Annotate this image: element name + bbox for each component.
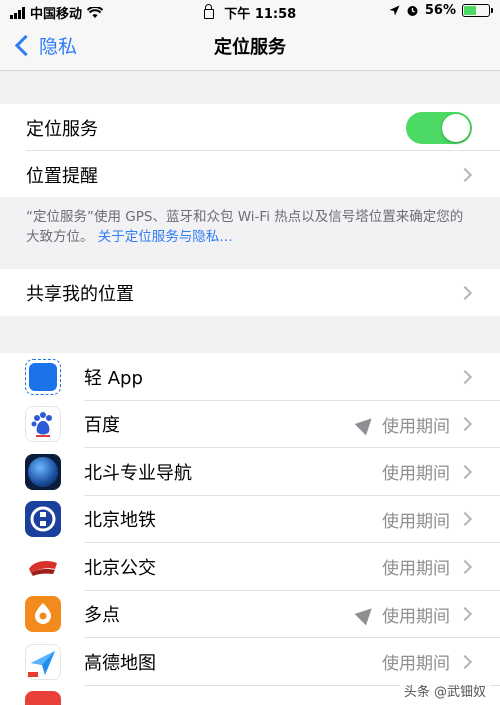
- light-app-icon: [25, 358, 61, 395]
- app-status: 使用期间: [354, 602, 450, 627]
- app-status: 使用期间: [382, 459, 450, 484]
- app-name: 百度: [84, 415, 120, 437]
- app-status: 使用期间: [382, 649, 450, 674]
- app-status: 使用期间: [382, 507, 450, 532]
- location-services-row: 定位服务: [0, 104, 500, 151]
- app-status-label: 使用期间: [382, 654, 450, 675]
- app-status: 使用期间: [382, 554, 450, 579]
- app-name: 高德地图: [84, 652, 156, 674]
- chevron-right-icon: [457, 369, 473, 384]
- app-row-beijing-subway[interactable]: 北京地铁 使用期间: [0, 496, 500, 544]
- status-bar: 中国移动 下午 11:58 56%: [0, 0, 500, 22]
- footnote-text: “定位服务”使用 GPS、蓝牙和众包 Wi-Fi 热点以及信号塔位置来确定您的大…: [26, 209, 464, 245]
- app-name: 北京公交: [84, 557, 156, 579]
- chevron-right-icon: [457, 559, 473, 574]
- app-row-light-app[interactable]: 轻 App: [0, 353, 500, 401]
- location-used-icon: [354, 412, 378, 436]
- page-title: 定位服务: [214, 37, 286, 58]
- apps-list: 轻 App 百度 使用期间 北斗专业导航 使用期间 北京地铁 使用期间 北京公交…: [0, 353, 500, 705]
- app-row-duodian[interactable]: 多点 使用期间: [0, 591, 500, 639]
- app-status-label: 使用期间: [382, 559, 450, 580]
- privacy-link[interactable]: 关于定位服务与隐私…: [98, 229, 233, 245]
- chevron-right-icon: [457, 512, 473, 527]
- app-row-beijing-bus[interactable]: 北京公交 使用期间: [0, 543, 500, 591]
- navigation-bar: 隐私 定位服务: [0, 22, 500, 71]
- baidu-icon: [25, 406, 61, 443]
- app-name: 北京地铁: [84, 510, 156, 532]
- watermark: 头条 @武钿奴: [399, 680, 490, 701]
- share-location-section: 共享我的位置: [0, 269, 500, 316]
- beijing-bus-icon: [25, 548, 61, 585]
- location-footnote: “定位服务”使用 GPS、蓝牙和众包 Wi-Fi 热点以及信号塔位置来确定您的大…: [0, 197, 500, 269]
- app-row-amap[interactable]: 高德地图 使用期间: [0, 638, 500, 686]
- chevron-right-icon: [457, 417, 473, 432]
- chevron-right-icon: [457, 607, 473, 622]
- app-row-beidou[interactable]: 北斗专业导航 使用期间: [0, 448, 500, 496]
- app-name: 多点: [84, 605, 120, 627]
- app-status-label: 使用期间: [382, 464, 450, 485]
- location-services-toggle[interactable]: [406, 112, 472, 144]
- battery-percent: 56%: [424, 3, 456, 18]
- app-status-label: 使用期间: [382, 606, 450, 627]
- app-name: 北斗专业导航: [84, 462, 192, 484]
- chevron-right-icon: [457, 285, 473, 300]
- status-right: 56%: [389, 3, 493, 18]
- amap-icon: [25, 643, 61, 680]
- app-status-label: 使用期间: [382, 416, 450, 437]
- duodian-icon: [25, 596, 61, 633]
- chevron-right-icon: [457, 654, 473, 669]
- location-services-label: 定位服务: [26, 118, 98, 140]
- location-services-section: 定位服务 位置提醒: [0, 104, 500, 198]
- battery-fill: [464, 6, 477, 15]
- beijing-subway-icon: [25, 501, 61, 538]
- location-reminder-label: 位置提醒: [26, 165, 98, 187]
- chevron-right-icon: [457, 167, 473, 182]
- clock: 下午 11:58: [224, 7, 297, 22]
- partial-app-icon: [25, 691, 61, 705]
- beidou-icon: [25, 453, 61, 490]
- chevron-right-icon: [457, 464, 473, 479]
- app-row-baidu[interactable]: 百度 使用期间: [0, 401, 500, 449]
- location-used-icon: [354, 602, 378, 626]
- location-reminder-row[interactable]: 位置提醒: [0, 151, 500, 198]
- orientation-lock-icon: [203, 4, 214, 19]
- share-location-row[interactable]: 共享我的位置: [0, 269, 500, 316]
- battery-icon: [462, 4, 493, 17]
- app-status: 使用期间: [354, 412, 450, 437]
- alarm-icon: [407, 6, 418, 16]
- toggle-knob: [442, 114, 470, 142]
- share-location-label: 共享我的位置: [26, 283, 134, 305]
- app-name: 轻 App: [84, 367, 143, 389]
- app-status-label: 使用期间: [382, 511, 450, 532]
- location-arrow-icon: [389, 5, 400, 16]
